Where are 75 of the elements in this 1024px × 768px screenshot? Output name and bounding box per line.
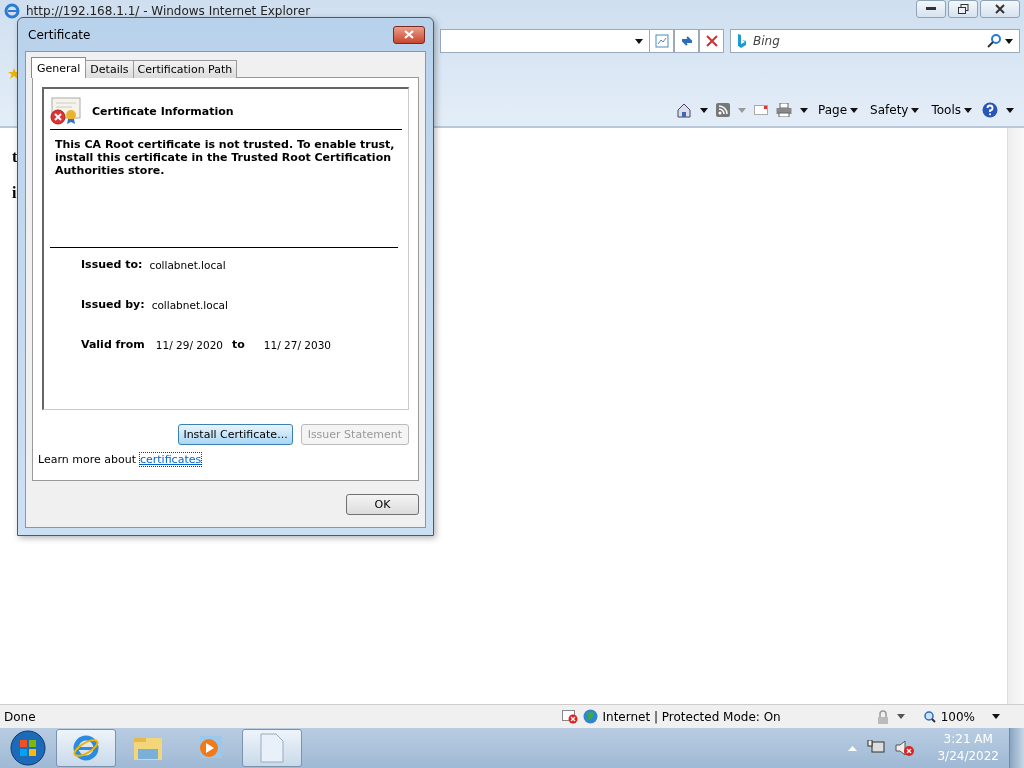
caret-icon[interactable]	[1006, 107, 1014, 113]
printer-icon[interactable]	[776, 103, 792, 117]
page-chart-icon	[654, 34, 669, 48]
trust-message: This CA Root certificate is not trusted. To enable trust, install this certificate in the Trusted Root Certification Authorities store.	[50, 138, 398, 248]
security-zone-text: Internet | Protected Mode: On	[602, 709, 781, 724]
caret-icon[interactable]	[800, 107, 808, 113]
window-title: http://192.168.1.1/ - Windows Internet Explorer	[26, 4, 311, 18]
globe-icon	[582, 709, 598, 724]
refresh-button[interactable]	[674, 29, 699, 53]
command-menu[interactable]: Page	[816, 103, 861, 117]
zoom-icon[interactable]	[923, 710, 936, 723]
dialog-button[interactable]: Install Certificate...	[178, 424, 293, 445]
home-icon[interactable]	[676, 102, 692, 118]
date-value: 11/ 27/ 2030	[263, 338, 332, 351]
status-text: Done	[4, 709, 36, 724]
caret-icon	[850, 107, 859, 113]
taskbar-button[interactable]	[242, 729, 302, 767]
browser-logo-icon	[4, 3, 20, 19]
page-text: i	[12, 184, 17, 202]
field-label: Valid from	[81, 338, 145, 351]
field-label: Issued by:	[81, 298, 145, 311]
field-value: collabnet.local	[149, 258, 226, 271]
date-joiner: to	[232, 338, 245, 351]
date-value: 11/ 29/ 2020	[155, 338, 223, 351]
command-menu[interactable]: Safety	[868, 103, 922, 117]
mail-icon[interactable]	[754, 105, 768, 115]
tab[interactable]: Certification Path	[132, 60, 238, 78]
volume-muted-icon[interactable]	[895, 739, 916, 757]
feed-icon[interactable]	[716, 103, 730, 117]
folder-icon	[133, 735, 163, 761]
info-heading: Certificate Information	[92, 104, 234, 118]
refresh-icon	[679, 34, 694, 48]
learn-more-text: Learn more about	[38, 453, 136, 466]
ok-button[interactable]: OK	[346, 493, 419, 515]
close-icon	[705, 35, 718, 47]
field-value: collabnet.local	[151, 298, 228, 311]
caret-icon	[964, 107, 972, 113]
caret-icon[interactable]	[700, 107, 708, 113]
caret-icon[interactable]	[992, 714, 1000, 719]
field-label: Issued to:	[81, 258, 143, 271]
caret-icon[interactable]	[1005, 38, 1013, 44]
help-icon[interactable]	[982, 102, 998, 118]
restore-icon	[957, 4, 969, 14]
search-icon[interactable]	[987, 34, 1001, 48]
caret-icon	[911, 107, 920, 113]
caret-icon[interactable]	[635, 38, 643, 44]
certificate-error-icon	[50, 97, 82, 125]
close-icon	[404, 30, 414, 39]
search-input[interactable]: Bing	[751, 32, 983, 50]
windows-logo-icon	[10, 730, 46, 766]
zoom-level[interactable]: 100%	[940, 709, 975, 724]
tab[interactable]: Details	[85, 60, 134, 78]
dialog-title: Certificate	[28, 27, 91, 42]
clock-time: 3:21 AM	[943, 731, 993, 748]
close-icon	[995, 4, 1005, 14]
document-icon	[260, 733, 284, 763]
blocked-page-icon	[561, 709, 578, 724]
search-field[interactable]: Bing	[730, 29, 1020, 53]
clock-date: 3/24/2022	[937, 748, 999, 765]
media-player-icon	[197, 735, 223, 761]
network-icon[interactable]	[867, 740, 886, 756]
minimize-icon	[926, 7, 936, 11]
stop-button[interactable]	[699, 29, 724, 53]
bing-logo-icon	[737, 34, 747, 48]
caret-icon[interactable]	[896, 714, 905, 719]
tab[interactable]: General	[31, 57, 87, 78]
command-menu[interactable]: Tools	[929, 103, 974, 117]
close-button[interactable]	[393, 25, 425, 44]
restore-button[interactable]	[948, 0, 978, 18]
certificates-link[interactable]: certificates	[139, 453, 202, 466]
minimize-button[interactable]	[916, 0, 946, 18]
browser-logo-icon	[71, 733, 101, 763]
page-text: t	[12, 148, 18, 166]
taskbar-button[interactable]	[56, 729, 116, 767]
close-button[interactable]	[980, 0, 1020, 18]
